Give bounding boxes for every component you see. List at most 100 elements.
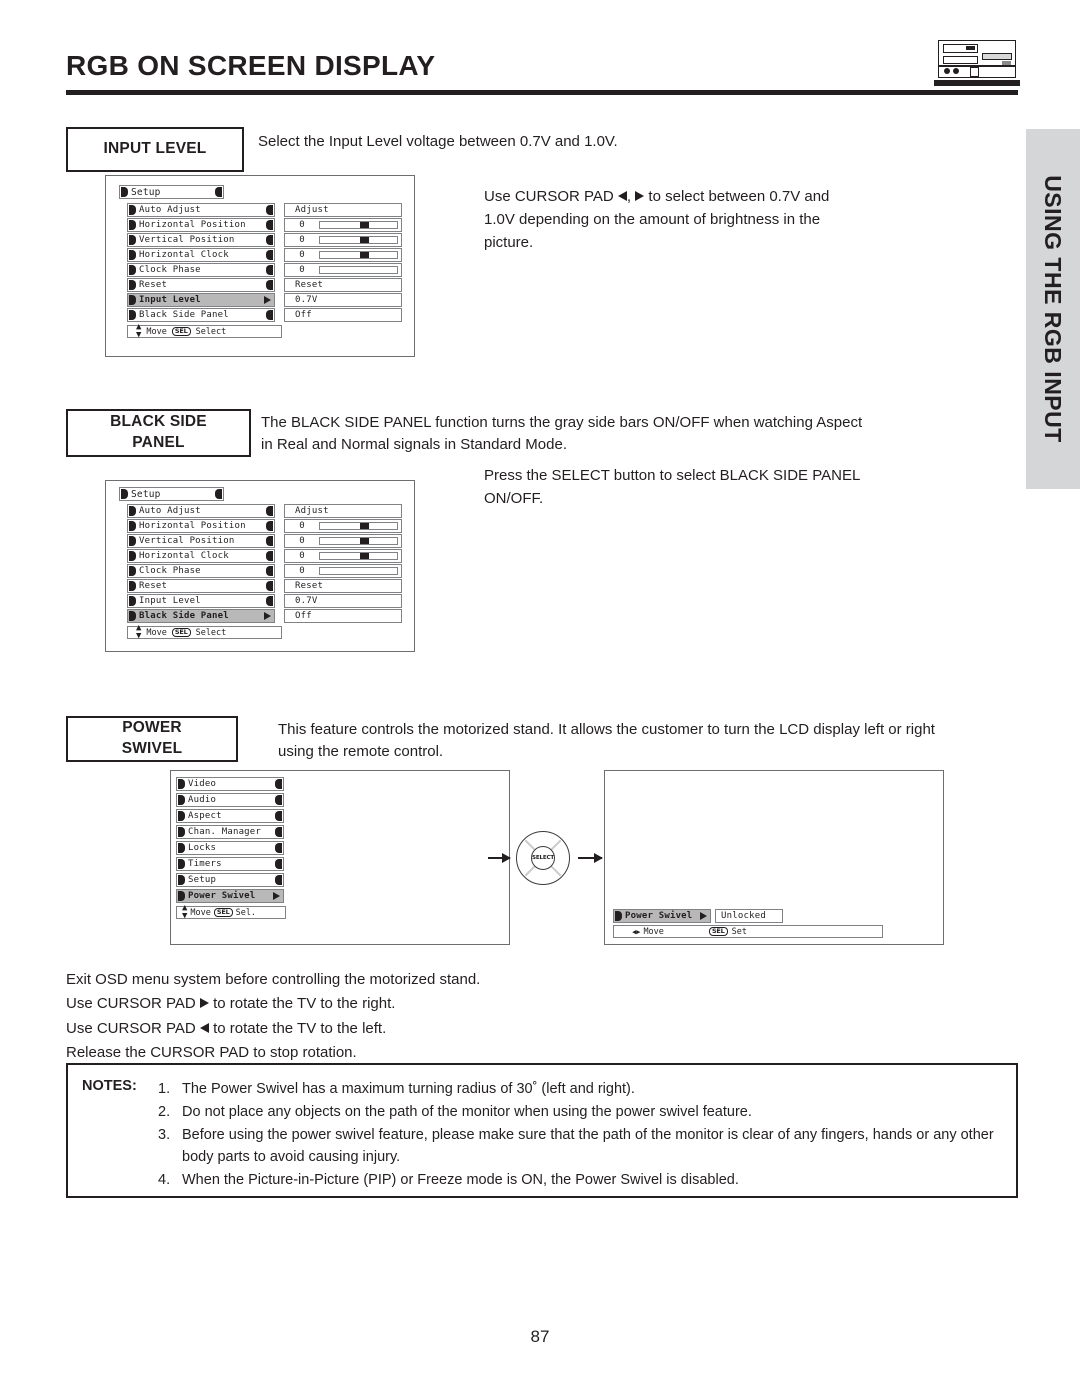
osd-main-row-video[interactable]: Video — [176, 777, 284, 791]
osd1-value-input-level: 0.7V — [284, 293, 402, 307]
osd2-value-6: 0.7V — [295, 596, 318, 606]
osd1-slider-horizontal-position[interactable]: 0 — [284, 218, 402, 232]
osd2-row-input-level[interactable]: Input Level — [127, 594, 275, 608]
bsp-desc-line-2: in Real and Normal signals in Standard M… — [261, 435, 567, 453]
osd2-label-7: Black Side Panel — [139, 611, 229, 621]
note-item: 1. The Power Swivel has a maximum turnin… — [158, 1078, 1006, 1100]
osd-main-row-setup[interactable]: Setup — [176, 873, 284, 887]
osd-main-row-audio[interactable]: Audio — [176, 793, 284, 807]
osd1-track-1 — [319, 221, 398, 229]
osd-main-row-locks[interactable]: Locks — [176, 841, 284, 855]
osd2-title: Setup — [131, 488, 161, 500]
ps-usage-line-2: Use CURSOR PAD to rotate the TV to the r… — [66, 995, 396, 1013]
section-box-black-side-panel: BLACK SIDE PANEL — [66, 409, 251, 457]
page-number: 87 — [530, 1327, 550, 1346]
power-swivel-usage: Exit OSD menu system before controlling … — [66, 968, 666, 1065]
osd1-track-3 — [319, 251, 398, 259]
sel-pill-icon: SEL — [171, 327, 191, 336]
osd1-hint-select: Select — [195, 326, 227, 337]
osd-main-label-4: Locks — [188, 843, 217, 853]
up-down-arrow-icon: ▲ ▼ — [182, 902, 188, 921]
osd-main-label-2: Aspect — [188, 811, 222, 821]
osd1-label-4: Clock Phase — [139, 265, 201, 275]
black-side-panel-description: The BLACK SIDE PANEL function turns the … — [261, 412, 911, 456]
osd2-slider-horizontal-clock[interactable]: 0 — [284, 549, 402, 563]
osd1-slider-clock-phase[interactable]: 0 — [284, 263, 402, 277]
power-swivel-description: This feature controls the motorized stan… — [278, 719, 1023, 763]
osd1-value-4: 0 — [299, 265, 305, 275]
osd2-value-auto-adjust: Adjust — [284, 504, 402, 518]
osd1-track-4 — [319, 266, 398, 274]
osd-ps-value: Unlocked — [715, 909, 783, 923]
osd1-row-reset[interactable]: Reset — [127, 278, 275, 292]
ps-usage-line-4: Release the CURSOR PAD to stop rotation. — [66, 1043, 357, 1061]
flow-arrow-right — [578, 853, 603, 863]
osd-main-label-1: Audio — [188, 795, 217, 805]
osd2-row-clock-phase[interactable]: Clock Phase — [127, 564, 275, 578]
black-side-panel-instructions: Press the SELECT button to select BLACK … — [484, 465, 914, 511]
osd2-track-3 — [319, 552, 398, 560]
osd2-row-black-side-panel[interactable]: Black Side Panel — [127, 609, 275, 623]
osd1-row-horizontal-clock[interactable]: Horizontal Clock — [127, 248, 275, 262]
note-item: 3. Before using the power swivel feature… — [158, 1124, 1006, 1168]
osd2-value-black-side-panel: Off — [284, 609, 402, 623]
ps-usage-line-3: Use CURSOR PAD to rotate the TV to the l… — [66, 1019, 387, 1037]
osd1-label-3: Horizontal Clock — [139, 250, 229, 260]
osd2-slider-clock-phase[interactable]: 0 — [284, 564, 402, 578]
input-level-intro-text: Select the Input Level voltage between 0… — [258, 133, 618, 150]
osd1-hint-bar: ▲ ▼ Move SEL Select — [127, 321, 282, 340]
note-number: 4. — [158, 1172, 171, 1189]
osd-main-label-5: Timers — [188, 859, 222, 869]
osd1-row-auto-adjust[interactable]: Auto Adjust — [127, 203, 275, 217]
osd-setup-menu-2: Setup Auto Adjust Horizontal Position Ve… — [105, 480, 415, 652]
osd-main-label-6: Setup — [188, 875, 217, 885]
note-number: 3. — [158, 1127, 171, 1144]
osd-ps-hint-set: Set — [731, 926, 747, 937]
osd2-row-horizontal-position[interactable]: Horizontal Position — [127, 519, 275, 533]
sel-pill-icon: SEL — [171, 628, 191, 637]
osd-power-swivel-panel: Power Swivel Unlocked ◀▶ Move SEL Set — [604, 770, 944, 945]
page-title: RGB ON SCREEN DISPLAY — [66, 50, 436, 81]
osd1-row-horizontal-position[interactable]: Horizontal Position — [127, 218, 275, 232]
osd-ps-label: Power Swivel — [625, 911, 693, 921]
cursor-right-icon — [199, 998, 209, 1009]
input-level-instruction-line-1: Use CURSOR PAD , to select between 0.7V … — [484, 188, 830, 205]
osd1-row-vertical-position[interactable]: Vertical Position — [127, 233, 275, 247]
osd2-slider-vertical-position[interactable]: 0 — [284, 534, 402, 548]
osd2-value-3: 0 — [299, 551, 305, 561]
osd2-label-5: Reset — [139, 581, 168, 591]
osd-main-row-power-swivel[interactable]: Power Swivel — [176, 889, 284, 903]
note-item: 4. When the Picture-in-Picture (PIP) or … — [158, 1169, 1006, 1191]
notes-label: NOTES: — [82, 1078, 137, 1094]
osd1-label-5: Reset — [139, 280, 168, 290]
osd2-row-reset[interactable]: Reset — [127, 579, 275, 593]
osd1-slider-horizontal-clock[interactable]: 0 — [284, 248, 402, 262]
osd2-row-vertical-position[interactable]: Vertical Position — [127, 534, 275, 548]
osd2-label-6: Input Level — [139, 596, 201, 606]
osd-ps-row-power-swivel[interactable]: Power Swivel — [613, 909, 711, 923]
osd1-value-3: 0 — [299, 250, 305, 260]
cursor-left-icon — [199, 1022, 209, 1033]
note-text: Do not place any objects on the path of … — [182, 1104, 752, 1121]
osd1-value-5: Reset — [295, 280, 324, 290]
osd2-slider-horizontal-position[interactable]: 0 — [284, 519, 402, 533]
osd2-row-auto-adjust[interactable]: Auto Adjust — [127, 504, 275, 518]
osd2-row-horizontal-clock[interactable]: Horizontal Clock — [127, 549, 275, 563]
osd1-slider-vertical-position[interactable]: 0 — [284, 233, 402, 247]
cursor-right-icon — [635, 191, 645, 202]
cursor-left-icon — [617, 191, 627, 202]
note-number: 1. — [158, 1081, 171, 1097]
osd-main-row-chan-manager[interactable]: Chan. Manager — [176, 825, 284, 839]
osd-main-row-timers[interactable]: Timers — [176, 857, 284, 871]
input-level-instructions: Use CURSOR PAD , to select between 0.7V … — [484, 186, 904, 254]
osd-main-row-aspect[interactable]: Aspect — [176, 809, 284, 823]
osd1-row-input-level[interactable]: Input Level — [127, 293, 275, 307]
up-down-arrow-icon: ▲ ▼ — [136, 321, 142, 340]
osd-ps-value-text: Unlocked — [721, 911, 766, 921]
osd1-row-black-side-panel[interactable]: Black Side Panel — [127, 308, 275, 322]
notes-box: NOTES: 1. The Power Swivel has a maximum… — [66, 1063, 1018, 1198]
osd-setup-menu-1: Setup Auto Adjust Horizontal Position Ve… — [105, 175, 415, 357]
osd-ps-hint-bar: ◀▶ Move SEL Set — [613, 925, 883, 938]
osd1-row-clock-phase[interactable]: Clock Phase — [127, 263, 275, 277]
osd2-hint-select: Select — [195, 627, 227, 638]
